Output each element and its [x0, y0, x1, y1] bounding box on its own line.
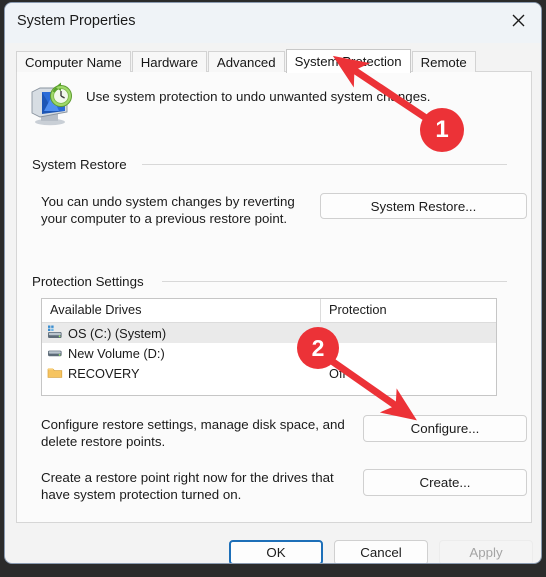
- system-restore-description: You can undo system changes by reverting…: [41, 194, 295, 226]
- group-label-protection-settings: Protection Settings: [32, 274, 144, 289]
- protection-value: Off: [329, 365, 346, 381]
- configure-description: Configure restore settings, manage disk …: [41, 417, 345, 449]
- configure-button[interactable]: Configure...: [363, 415, 527, 442]
- group-divider-protection-settings: [162, 281, 507, 282]
- folder-icon: [47, 365, 63, 381]
- group-label-system-restore: System Restore: [32, 157, 127, 172]
- create-button[interactable]: Create...: [363, 469, 527, 496]
- tab-hardware[interactable]: Hardware: [131, 51, 207, 72]
- header-description: Use system protection to undo unwanted s…: [86, 89, 431, 104]
- tab-strip: Computer Name Hardware Advanced System P…: [16, 49, 477, 73]
- tab-advanced[interactable]: Advanced: [207, 51, 285, 72]
- tab-system-protection[interactable]: System Protection: [285, 49, 411, 73]
- group-divider-system-restore: [142, 164, 507, 165]
- close-icon[interactable]: [495, 3, 541, 37]
- column-header-available-drives[interactable]: Available Drives: [42, 299, 321, 322]
- create-description: Create a restore point right now for the…: [41, 470, 334, 502]
- apply-button: Apply: [439, 540, 533, 563]
- system-drive-icon: [47, 325, 63, 341]
- drive-cell: RECOVERY: [42, 365, 321, 381]
- drive-label: RECOVERY: [68, 365, 140, 381]
- tab-computer-name[interactable]: Computer Name: [16, 51, 131, 72]
- drive-cell: OS (C:) (System): [42, 325, 321, 341]
- available-drives-list[interactable]: Available Drives Protection OS (C:) (Sys…: [41, 298, 497, 396]
- list-header-row: Available Drives Protection: [42, 299, 496, 323]
- hard-drive-icon: [47, 345, 63, 361]
- drive-label: OS (C:) (System): [68, 325, 167, 341]
- title-bar: System Properties: [5, 3, 541, 43]
- drive-cell: New Volume (D:): [42, 345, 321, 361]
- system-protection-icon: [27, 81, 75, 129]
- system-restore-button[interactable]: System Restore...: [320, 193, 527, 219]
- tab-remote[interactable]: Remote: [411, 51, 476, 72]
- table-row[interactable]: OS (C:) (System): [42, 323, 496, 343]
- table-row[interactable]: RECOVERY Off: [42, 363, 496, 383]
- ok-button[interactable]: OK: [229, 540, 323, 563]
- tab-page-system-protection: [16, 71, 532, 523]
- drive-label: New Volume (D:): [68, 345, 165, 361]
- cancel-button[interactable]: Cancel: [334, 540, 428, 563]
- table-row[interactable]: New Volume (D:): [42, 343, 496, 363]
- system-properties-dialog: System Properties Computer Name Hardware…: [4, 2, 542, 564]
- column-header-protection[interactable]: Protection: [321, 299, 496, 322]
- window-title: System Properties: [17, 13, 136, 29]
